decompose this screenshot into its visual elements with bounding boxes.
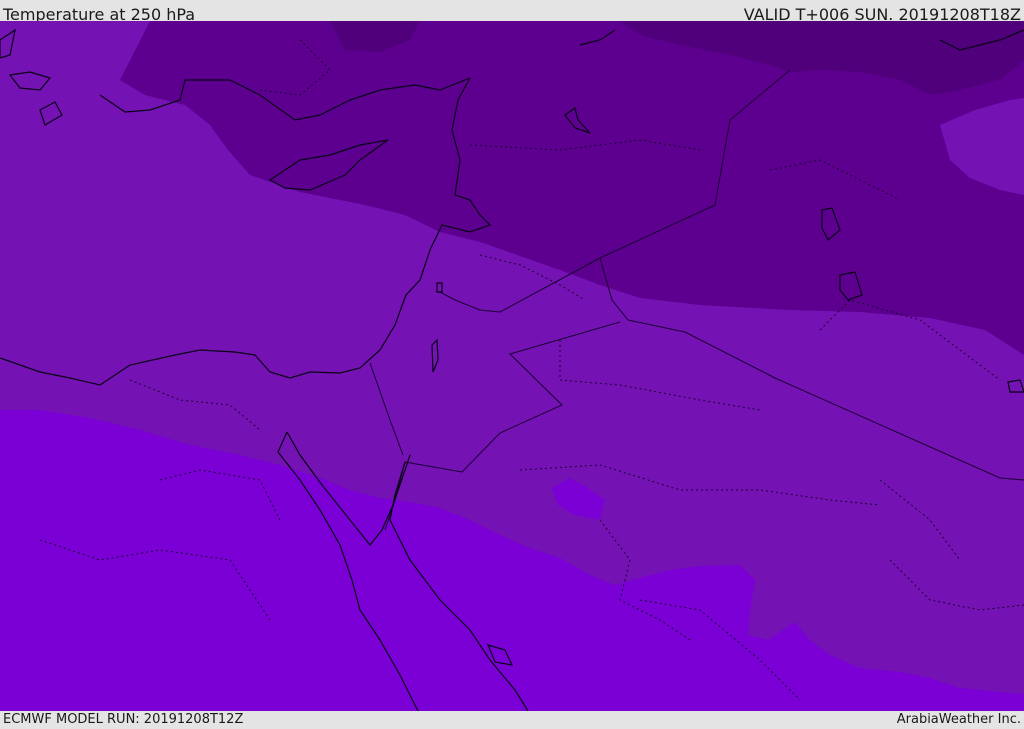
temperature-map-svg (0, 21, 1024, 711)
map-canvas (0, 21, 1024, 711)
model-run: ECMWF MODEL RUN: 20191208T12Z (3, 712, 244, 727)
provider-credit: ArabiaWeather Inc. (896, 712, 1021, 727)
weather-map-frame: Temperature at 250 hPa VALID T+006 SUN. … (0, 0, 1024, 729)
footer-bar: ECMWF MODEL RUN: 20191208T12Z ArabiaWeat… (0, 711, 1024, 729)
header-bar: Temperature at 250 hPa VALID T+006 SUN. … (0, 0, 1024, 24)
